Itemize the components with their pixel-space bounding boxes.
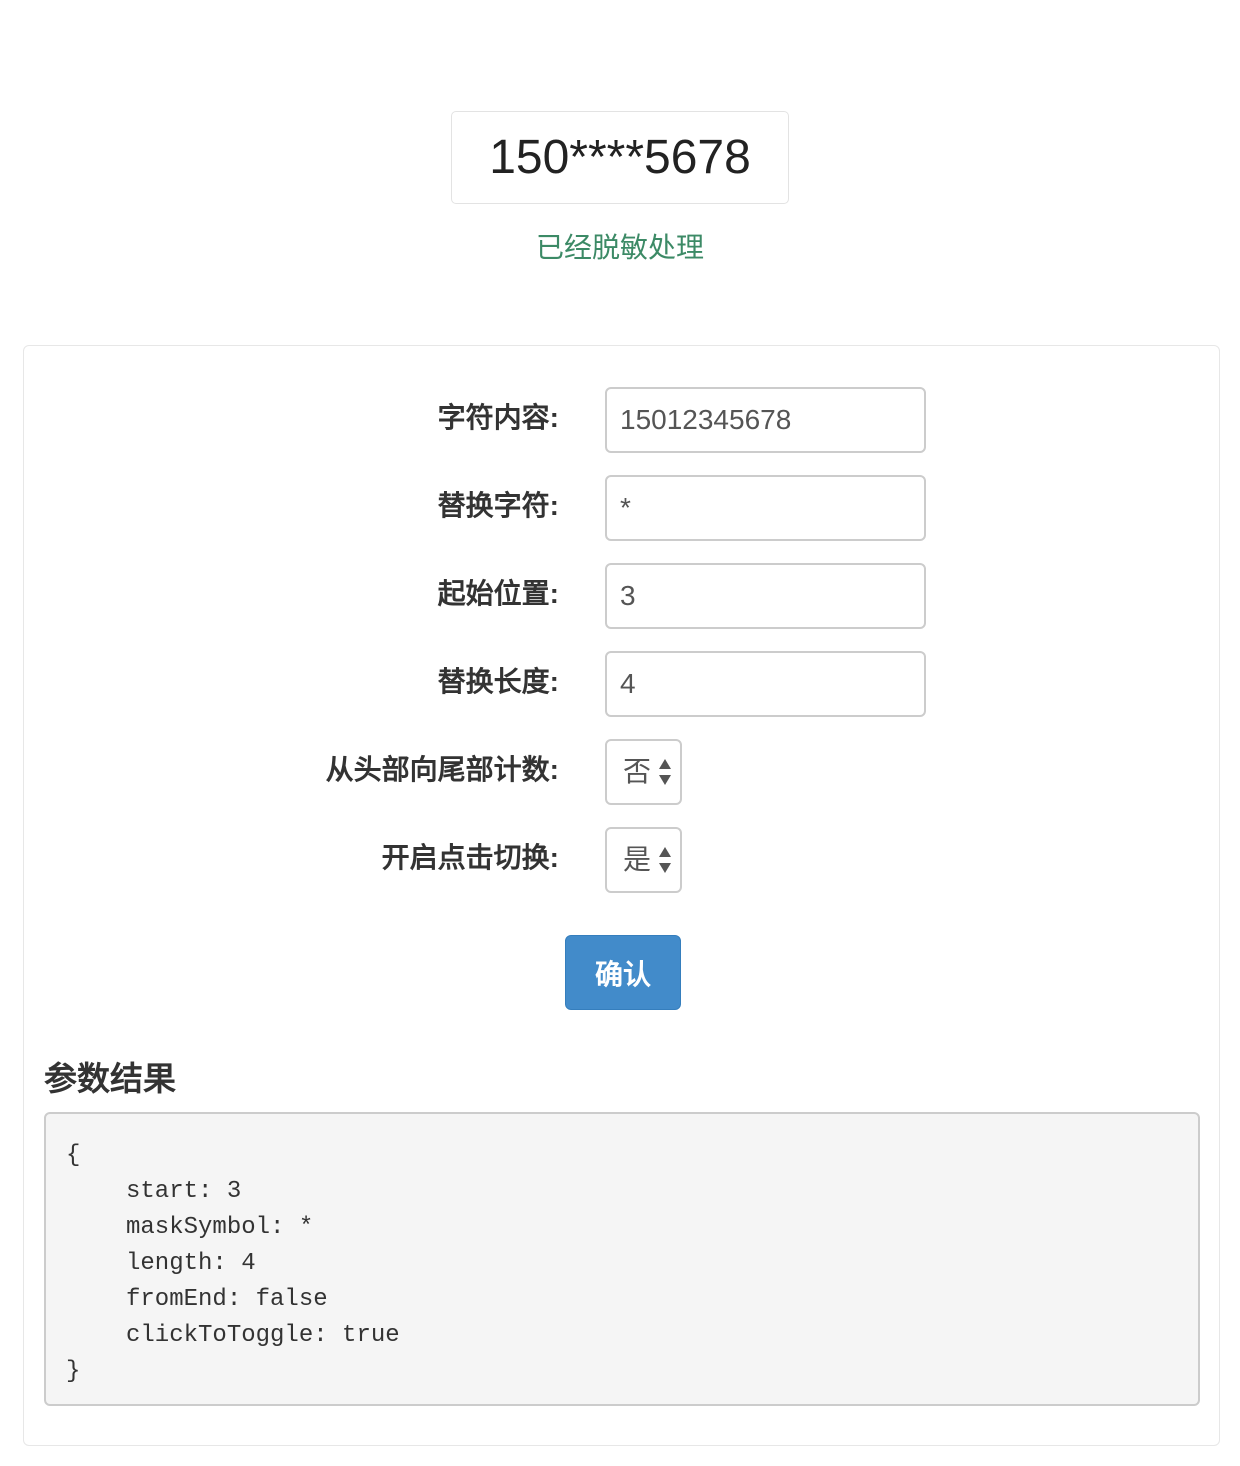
result-section-title: 参数结果 — [44, 1060, 176, 1097]
form-row-from-end: 从头部向尾部计数: 否 — [24, 739, 1219, 805]
length-label: 替换长度: — [437, 666, 559, 697]
code-close-brace: } — [66, 1358, 81, 1385]
code-open-brace: { — [66, 1142, 81, 1169]
settings-panel: 字符内容: 替换字符: 起始位置: 替换长度: 从头部向尾部计数: 否 开启点击… — [23, 345, 1220, 1446]
from-end-select[interactable]: 否 — [605, 739, 682, 805]
content-input[interactable] — [605, 387, 926, 453]
code-line: length: 4 — [126, 1250, 256, 1277]
up-down-triangle-icon — [659, 759, 671, 785]
click-toggle-selected-value: 是 — [623, 844, 652, 875]
code-line: maskSymbol: * — [126, 1214, 314, 1241]
form-row-start: 起始位置: — [24, 563, 1219, 629]
mask-symbol-label: 替换字符: — [437, 490, 559, 521]
from-end-selected-value: 否 — [623, 756, 652, 787]
up-down-triangle-icon — [659, 847, 671, 873]
code-line: start: 3 — [126, 1178, 242, 1205]
start-input[interactable] — [605, 563, 926, 629]
from-end-label: 从头部向尾部计数: — [325, 754, 559, 785]
mask-status-text: 已经脱敏处理 — [535, 232, 704, 263]
form-row-click-toggle: 开启点击切换: 是 — [24, 827, 1219, 893]
mask-symbol-input[interactable] — [605, 475, 926, 541]
form-row-mask-symbol: 替换字符: — [24, 475, 1219, 541]
click-toggle-label: 开启点击切换: — [381, 842, 559, 873]
click-toggle-select[interactable]: 是 — [605, 827, 682, 893]
form-row-length: 替换长度: — [24, 651, 1219, 717]
result-code-block: { start: 3 maskSymbol: * length: 4 fromE… — [44, 1112, 1200, 1406]
code-line: fromEnd: false — [126, 1286, 328, 1313]
length-input[interactable] — [605, 651, 926, 717]
confirm-button[interactable]: 确认 — [565, 935, 681, 1010]
content-label: 字符内容: — [437, 402, 559, 433]
code-line: clickToToggle: true — [126, 1322, 400, 1349]
form-row-content: 字符内容: — [24, 387, 1219, 453]
masked-value-display[interactable]: 150****5678 — [451, 111, 789, 204]
start-label: 起始位置: — [437, 578, 559, 609]
